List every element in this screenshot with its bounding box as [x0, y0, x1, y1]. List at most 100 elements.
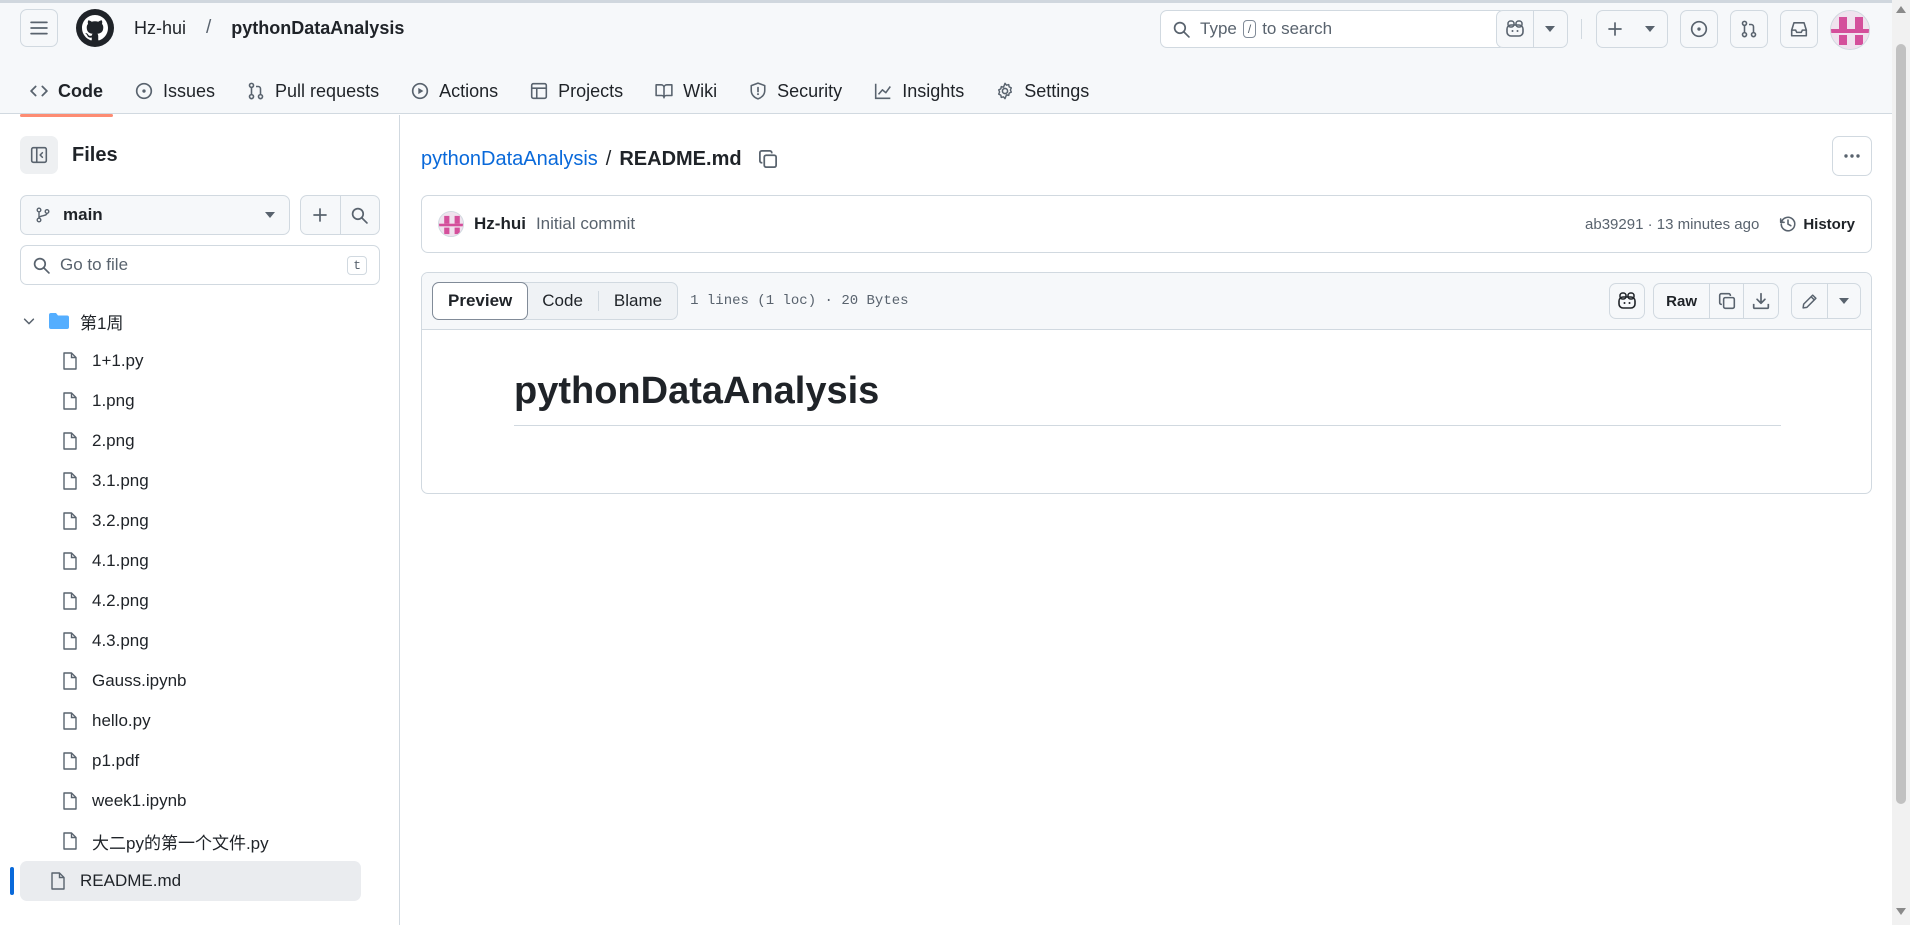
history-button[interactable]: History	[1779, 215, 1855, 233]
issue-opened-icon	[1690, 20, 1708, 38]
git-branch-icon	[36, 207, 50, 223]
triangle-down-icon	[1839, 298, 1849, 304]
copilot-icon	[1505, 20, 1524, 37]
user-avatar[interactable]	[1830, 10, 1870, 50]
code-icon	[30, 85, 48, 97]
tree-file[interactable]: 3.2.png	[0, 501, 400, 541]
tree-file[interactable]: 1.png	[0, 381, 400, 421]
inbox-icon	[1790, 22, 1808, 37]
tab-wiki[interactable]: Wiki	[645, 67, 727, 115]
tree-file[interactable]: 1+1.py	[0, 341, 400, 381]
tree-file[interactable]: 4.3.png	[0, 621, 400, 661]
hamburger-menu-button[interactable]	[20, 9, 58, 47]
tab-settings[interactable]: Settings	[986, 67, 1099, 115]
download-raw-button[interactable]	[1744, 284, 1778, 318]
scroll-thumb[interactable]	[1896, 44, 1906, 804]
page-scrollbar[interactable]	[1892, 0, 1910, 925]
scroll-up-arrow[interactable]	[1896, 6, 1906, 13]
chevron-down-icon	[23, 318, 35, 325]
tree-file[interactable]: hello.py	[0, 701, 400, 741]
tab-security[interactable]: Security	[739, 67, 852, 115]
search-input[interactable]: Type / to search	[1160, 10, 1506, 48]
tree-file[interactable]: 4.1.png	[0, 541, 400, 581]
copilot-ask-button[interactable]	[1609, 283, 1646, 319]
copilot-icon	[1618, 292, 1636, 309]
pull-request-icon	[248, 82, 264, 100]
tab-code[interactable]: Code	[20, 67, 113, 117]
readme-heading: pythonDataAnalysis	[514, 370, 1781, 426]
copy-raw-button[interactable]	[1710, 284, 1744, 318]
history-icon	[1780, 216, 1796, 232]
tab-insights[interactable]: Insights	[864, 67, 974, 115]
breadcrumb-owner-link[interactable]: Hz-hui	[134, 18, 186, 39]
file-icon	[63, 592, 77, 610]
tree-file[interactable]: 2.png	[0, 421, 400, 461]
search-suffix-text: to search	[1262, 19, 1333, 38]
tab-pull-requests[interactable]: Pull requests	[237, 67, 389, 115]
files-title: Files	[72, 143, 118, 166]
tree-file[interactable]: p1.pdf	[0, 741, 400, 781]
commit-message-link[interactable]: Initial commit	[536, 214, 635, 234]
scroll-down-arrow[interactable]	[1896, 908, 1906, 915]
tab-issues[interactable]: Issues	[125, 67, 225, 115]
view-tab-blame[interactable]: Blame	[599, 283, 677, 319]
tab-projects-label: Projects	[558, 80, 624, 101]
tree-file[interactable]: Gauss.ipynb	[0, 661, 400, 701]
raw-button[interactable]: Raw	[1654, 284, 1710, 318]
copilot-dropdown-button[interactable]	[1533, 11, 1567, 47]
tree-file[interactable]: 4.2.png	[0, 581, 400, 621]
view-tab-code[interactable]: Code	[527, 283, 598, 319]
breadcrumb-separator: /	[206, 17, 212, 38]
edit-file-button[interactable]	[1792, 284, 1828, 318]
go-to-file-input[interactable]: Go to file t	[20, 245, 380, 285]
path-repo-link[interactable]: pythonDataAnalysis	[421, 148, 598, 171]
go-to-file-shortcut: t	[347, 255, 367, 275]
copy-path-button[interactable]	[758, 149, 778, 169]
file-icon	[63, 792, 77, 810]
file-icon	[63, 392, 77, 410]
tab-actions[interactable]: Actions	[401, 67, 508, 115]
file-label: 4.1.png	[92, 551, 149, 570]
edit-dropdown-button[interactable]	[1828, 284, 1860, 318]
issues-button[interactable]	[1680, 10, 1718, 48]
branch-selector[interactable]: main	[20, 195, 290, 235]
search-prefix-text: Type	[1200, 19, 1237, 38]
folder-open-icon	[49, 313, 69, 329]
file-actions: Raw	[1609, 283, 1861, 319]
file-label: 3.1.png	[92, 471, 149, 490]
file-icon	[63, 832, 77, 850]
search-icon	[351, 207, 369, 224]
search-files-button[interactable]	[341, 196, 380, 234]
add-file-button[interactable]	[301, 196, 340, 234]
copilot-split-button[interactable]	[1496, 10, 1568, 48]
tree-file-selected[interactable]: README.md	[10, 861, 361, 901]
file-icon	[63, 552, 77, 570]
path-separator: /	[605, 147, 612, 170]
view-tab-preview[interactable]: Preview	[432, 282, 529, 320]
collapse-sidebar-button[interactable]	[20, 136, 58, 174]
pull-requests-button[interactable]	[1730, 10, 1768, 48]
more-options-button[interactable]	[1832, 136, 1872, 176]
tree-file[interactable]: week1.ipynb	[0, 781, 400, 821]
inbox-button[interactable]	[1780, 10, 1818, 48]
file-icon	[63, 432, 77, 450]
tree-file[interactable]: 3.1.png	[0, 461, 400, 501]
tree-folder-week1[interactable]: 第1周	[0, 301, 400, 341]
graph-icon	[875, 83, 892, 100]
breadcrumb-repo-link[interactable]: pythonDataAnalysis	[231, 18, 404, 39]
github-logo[interactable]	[76, 9, 114, 47]
commit-author-link[interactable]: Hz-hui	[474, 214, 526, 234]
file-icon	[63, 352, 77, 370]
create-new-split-button[interactable]	[1596, 10, 1668, 48]
commit-author-avatar[interactable]	[438, 211, 464, 237]
history-label: History	[1803, 215, 1855, 233]
file-toolbar: Preview Code Blame 1 lines (1 loc) · 20 …	[422, 273, 1871, 330]
pull-request-icon	[1741, 20, 1757, 38]
create-new-dropdown[interactable]	[1633, 11, 1667, 47]
copilot-button[interactable]	[1497, 11, 1533, 47]
commit-hash-time[interactable]: ab39291 · 13 minutes ago	[1585, 216, 1759, 233]
file-label: 4.3.png	[92, 631, 149, 650]
tab-projects[interactable]: Projects	[520, 67, 633, 115]
tree-file[interactable]: 大二py的第一个文件.py	[0, 821, 400, 861]
create-new-button[interactable]	[1597, 11, 1633, 47]
